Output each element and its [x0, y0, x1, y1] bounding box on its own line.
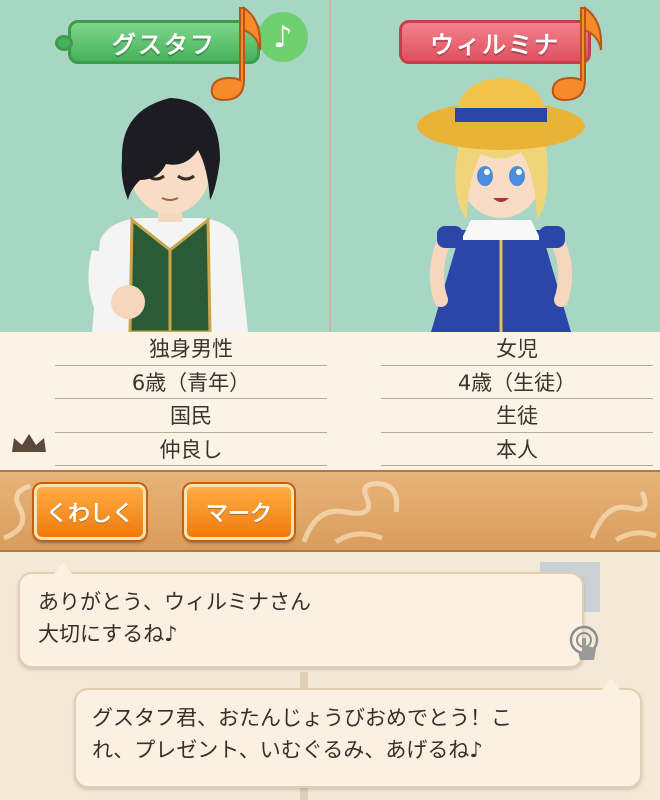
right-portrait-panel: ウィルミナ: [331, 0, 660, 332]
dialogue-line: ありがとう、ウィルミナさん: [38, 590, 311, 614]
left-info-row: 国民: [55, 399, 327, 433]
left-info-column: 独身男性 6歳（青年） 国民 仲良し: [55, 332, 327, 466]
crown-icon: [12, 434, 46, 452]
bubble-tail: [54, 562, 72, 574]
ornament-decoration: [301, 481, 400, 545]
mark-button[interactable]: マーク: [184, 484, 294, 540]
right-info-column: 女児 4歳（生徒） 生徒 本人: [381, 332, 653, 466]
details-button[interactable]: くわしく: [34, 484, 146, 540]
action-bar: くわしく マーク: [0, 470, 660, 552]
right-info-row: 4歳（生徒）: [381, 366, 653, 399]
right-info-row: 生徒: [381, 399, 653, 433]
ornament-decoration: [589, 490, 657, 543]
left-portrait-panel: グスタフ ♪: [0, 0, 329, 332]
right-info-row: 女児: [381, 332, 653, 366]
wilmina-character-sprite: [417, 78, 585, 332]
reply-speech-bubble[interactable]: ありがとう、ウィルミナさん 大切にするね♪: [18, 562, 584, 668]
left-info-row: 独身男性: [55, 332, 327, 366]
dialogue-line: 大切にするね♪: [38, 622, 178, 646]
character-info-table: 独身男性 6歳（青年） 国民 仲良し 女児 4歳（生徒） 生徒 本人: [0, 332, 660, 470]
touch-hand-icon[interactable]: [566, 624, 606, 664]
gustav-character-sprite: [88, 98, 248, 332]
bubble-tail: [602, 678, 620, 690]
left-info-row: 仲良し: [55, 433, 327, 466]
right-info-row: 本人: [381, 433, 653, 466]
conversation-area: ありがとう、ウィルミナさん 大切にするね♪ グスタフ君、おたんじょうびおめでとう…: [0, 552, 660, 800]
dialogue-line: れ、プレゼント、いむぐるみ、あげるね♪: [92, 738, 483, 762]
speech-bubble[interactable]: グスタフ君、おたんじょうびおめでとう！こ れ、プレゼント、いむぐるみ、あげるね♪: [74, 678, 642, 788]
dialogue-line: グスタフ君、おたんじょうびおめでとう！こ: [92, 706, 512, 730]
name-tag-nub: [55, 35, 73, 51]
left-info-row: 6歳（青年）: [55, 366, 327, 399]
